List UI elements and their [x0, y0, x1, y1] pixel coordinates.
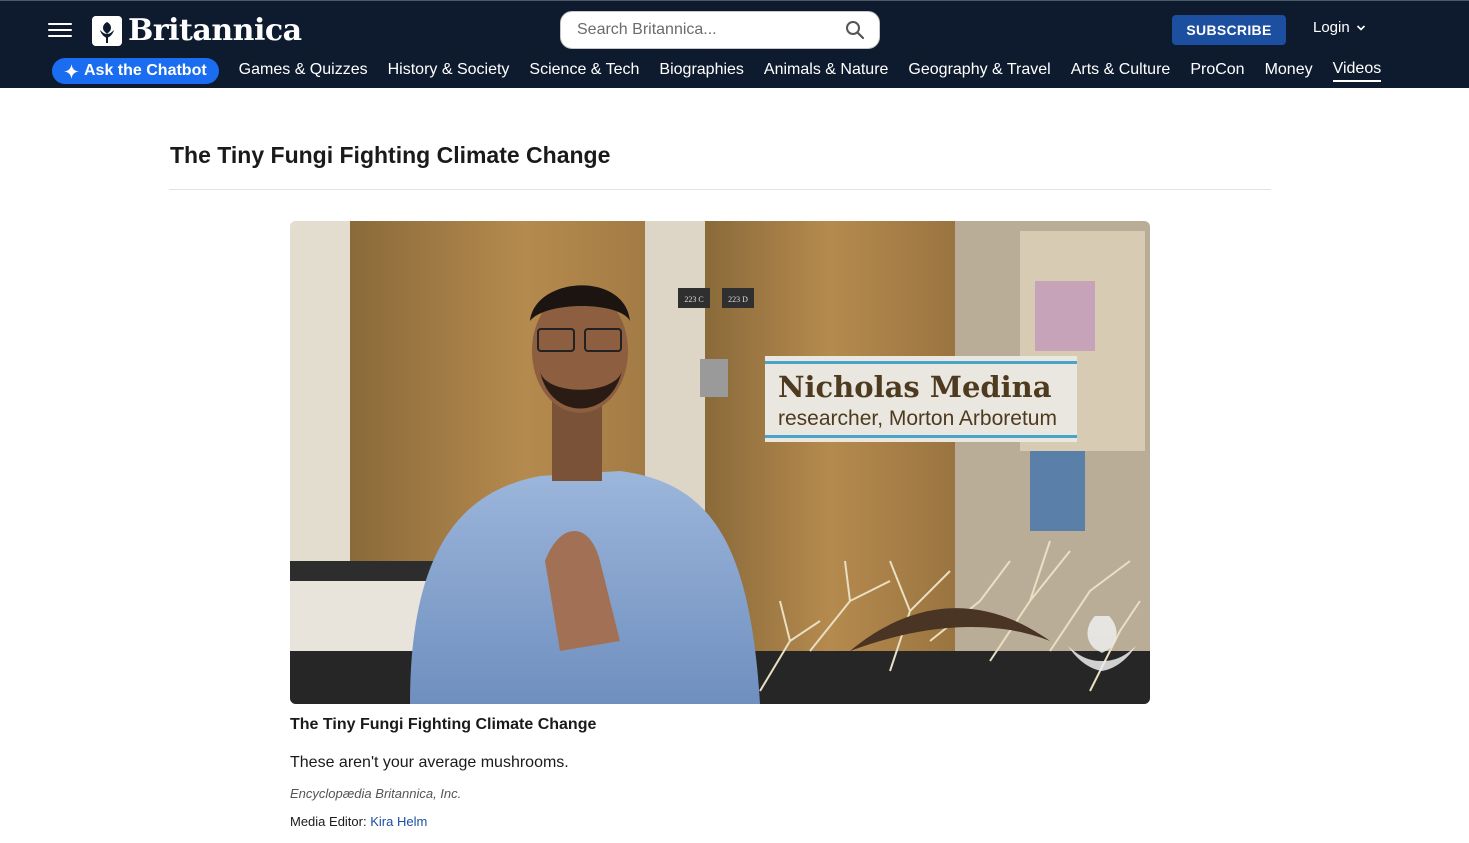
- main-nav: Ask the Chatbot Games & Quizzes History …: [52, 57, 1401, 85]
- video-caption-description: These aren't your average mushrooms.: [290, 754, 569, 771]
- nav-item-animals-nature[interactable]: Animals & Nature: [764, 61, 889, 81]
- media-editor-label: Media Editor:: [290, 814, 367, 829]
- search-bar: [560, 11, 880, 49]
- nav-item-geography-travel[interactable]: Geography & Travel: [908, 61, 1050, 81]
- britannica-logo[interactable]: Britannica: [92, 13, 302, 49]
- title-divider: [169, 189, 1271, 190]
- logo-wordmark: Britannica: [128, 13, 302, 48]
- nav-item-science-tech[interactable]: Science & Tech: [529, 61, 639, 81]
- nav-item-money[interactable]: Money: [1265, 61, 1313, 81]
- nav-item-arts-culture[interactable]: Arts & Culture: [1071, 61, 1171, 81]
- door-sign-2: 223 D: [728, 295, 748, 304]
- hamburger-menu-icon[interactable]: [48, 19, 72, 41]
- video-frame: 223 C 223 D Nicholas Medina researcher, …: [290, 221, 1150, 704]
- nav-item-history-society[interactable]: History & Society: [388, 61, 510, 81]
- nav-item-videos[interactable]: Videos: [1332, 60, 1382, 82]
- video-caption-title: The Tiny Fungi Fighting Climate Change: [290, 716, 597, 733]
- chevron-down-icon: [1356, 24, 1365, 31]
- media-editor-line: Media Editor: Kira Helm: [290, 814, 427, 829]
- search-icon[interactable]: [845, 20, 865, 40]
- nav-item-games-quizzes[interactable]: Games & Quizzes: [239, 61, 368, 81]
- ask-chatbot-button[interactable]: Ask the Chatbot: [52, 58, 219, 84]
- search-input[interactable]: [577, 21, 845, 39]
- subscribe-button[interactable]: SUBSCRIBE: [1172, 15, 1286, 45]
- lower-third-name: Nicholas Medina: [778, 370, 1052, 404]
- video-credit: Encyclopædia Britannica, Inc.: [290, 786, 462, 801]
- chatbot-label: Ask the Chatbot: [84, 62, 207, 79]
- media-editor-link[interactable]: Kira Helm: [370, 814, 427, 829]
- site-header: Britannica SUBSCRIBE Login Ask the Chatb…: [0, 0, 1469, 88]
- lower-third-role: researcher, Morton Arboretum: [778, 407, 1057, 430]
- nav-item-biographies[interactable]: Biographies: [659, 61, 744, 81]
- login-menu[interactable]: Login: [1313, 19, 1366, 36]
- thistle-logo-icon: [92, 16, 122, 46]
- nav-item-procon[interactable]: ProCon: [1190, 61, 1244, 81]
- video-player[interactable]: 223 C 223 D Nicholas Medina researcher, …: [290, 221, 1150, 704]
- sparkle-icon: [64, 63, 79, 79]
- door-sign-1: 223 C: [684, 295, 703, 304]
- page-title: The Tiny Fungi Fighting Climate Change: [170, 142, 611, 168]
- login-label: Login: [1313, 19, 1350, 36]
